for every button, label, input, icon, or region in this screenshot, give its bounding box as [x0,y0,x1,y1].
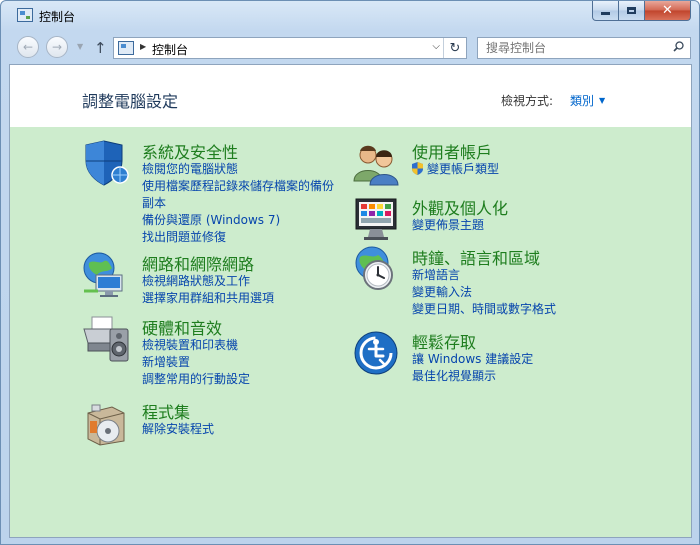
view-by-value: 類別 [570,94,595,108]
window-controls: ✕ [592,1,691,21]
control-panel-window: 控制台 ✕ ← → ▼ ↑ ▶ 控制台 ⌵ ↻ 調整電腦設定 檢視 [0,0,700,545]
link-change-date-time-format[interactable]: 變更日期、時間或數字格式 [412,301,556,318]
monitor-colors-icon[interactable] [352,195,400,243]
link-list: 解除安裝程式 [142,421,214,438]
view-by-dropdown[interactable]: 類別 ▼ [570,92,605,109]
clock-globe-icon[interactable] [352,245,400,293]
search-box[interactable] [477,37,691,59]
forward-arrow-icon: → [51,40,63,54]
link-list: 變更佈景主題 [412,217,484,234]
content-area: 調整電腦設定 檢視方式: 類別 ▼ 系統及安全性 檢閱您的電腦狀態 使用檔案歷程記… [9,64,692,538]
link-mobility-settings[interactable]: 調整常用的行動設定 [142,371,250,388]
link-list: 檢視網路狀態及工作 選擇家用群組和共用選項 [142,273,274,307]
link-change-theme[interactable]: 變更佈景主題 [412,217,484,234]
link-find-fix-problems[interactable]: 找出問題並修復 [142,229,342,246]
control-panel-icon [118,41,134,55]
address-history-chevron-icon[interactable]: ⌵ [432,41,440,52]
link-let-windows-suggest[interactable]: 讓 Windows 建議設定 [412,351,533,368]
link-label: 變更帳戶類型 [427,162,500,176]
category-title-hardware-sound[interactable]: 硬體和音效 [142,315,222,339]
category-title-ease-of-access[interactable]: 輕鬆存取 [412,329,476,353]
security-shield-icon[interactable] [82,139,130,187]
link-view-devices-printers[interactable]: 檢視裝置和印表機 [142,337,250,354]
uac-shield-icon [412,162,423,175]
link-list: 檢視裝置和印表機 新增裝置 調整常用的行動設定 [142,337,250,388]
link-list: 變更帳戶類型 [412,161,499,178]
search-input[interactable] [478,38,666,58]
link-homegroup-sharing[interactable]: 選擇家用群組和共用選項 [142,290,274,307]
navigation-bar: ← → ▼ ↑ ▶ 控制台 ⌵ ↻ [9,32,692,64]
link-add-language[interactable]: 新增語言 [412,267,556,284]
link-backup-restore[interactable]: 備份與還原 (Windows 7) [142,212,342,229]
link-list: 新增語言 變更輸入法 變更日期、時間或數字格式 [412,267,556,318]
view-by-label: 檢視方式: [501,94,554,108]
link-optimize-visual-display[interactable]: 最佳化視覺顯示 [412,368,533,385]
breadcrumb-control-panel[interactable]: 控制台 [152,41,188,58]
link-uninstall-program[interactable]: 解除安裝程式 [142,421,214,438]
printer-speaker-icon[interactable] [82,315,130,363]
back-button[interactable]: ← [17,36,39,58]
back-arrow-icon: ← [22,40,34,54]
minimize-button[interactable] [592,1,619,21]
user-accounts-icon[interactable] [352,139,400,187]
category-panel: 系統及安全性 檢閱您的電腦狀態 使用檔案歷程記錄來儲存檔案的備份副本 備份與還原… [10,127,691,537]
title-bar[interactable]: 控制台 ✕ [1,1,699,31]
recent-pages-dropdown[interactable]: ▼ [77,42,83,51]
category-title-network-internet[interactable]: 網路和網際網路 [142,251,254,275]
link-list: 檢閱您的電腦狀態 使用檔案歷程記錄來儲存檔案的備份副本 備份與還原 (Windo… [142,161,342,246]
window-title: 控制台 [39,10,76,24]
page-header: 調整電腦設定 檢視方式: 類別 ▼ [10,65,691,127]
page-title: 調整電腦設定 [82,92,179,111]
link-file-history-backup[interactable]: 使用檔案歷程記錄來儲存檔案的備份副本 [142,178,342,212]
up-arrow-button[interactable]: ↑ [94,39,107,57]
category-title-programs[interactable]: 程式集 [142,399,190,423]
category-title-user-accounts[interactable]: 使用者帳戶 [412,139,492,163]
category-title-clock-language-region[interactable]: 時鐘、語言和區域 [412,245,540,269]
forward-button[interactable]: → [46,36,68,58]
link-change-input-method[interactable]: 變更輸入法 [412,284,556,301]
link-change-account-type[interactable]: 變更帳戶類型 [412,161,499,178]
refresh-button[interactable]: ↻ [443,38,466,58]
category-title-system-security[interactable]: 系統及安全性 [142,139,238,163]
link-review-computer-status[interactable]: 檢閱您的電腦狀態 [142,161,342,178]
search-icon[interactable] [673,41,684,52]
link-list: 讓 Windows 建議設定 最佳化視覺顯示 [412,351,533,385]
refresh-icon: ↻ [449,40,461,56]
control-panel-icon [17,8,33,22]
network-globe-icon[interactable] [82,251,130,299]
ease-of-access-icon[interactable] [352,329,400,377]
maximize-button[interactable] [619,1,645,21]
close-icon: ✕ [662,3,673,18]
address-bar[interactable]: ▶ 控制台 ⌵ ↻ [113,37,467,59]
programs-disc-icon[interactable] [82,399,130,447]
breadcrumb-separator-icon[interactable]: ▶ [140,42,146,51]
category-title-appearance[interactable]: 外觀及個人化 [412,195,508,219]
link-add-device[interactable]: 新增裝置 [142,354,250,371]
minimize-icon [601,12,610,15]
maximize-icon [627,7,636,14]
dropdown-caret-icon: ▼ [599,96,606,105]
link-view-network-status[interactable]: 檢視網路狀態及工作 [142,273,274,290]
close-button[interactable]: ✕ [645,1,691,21]
